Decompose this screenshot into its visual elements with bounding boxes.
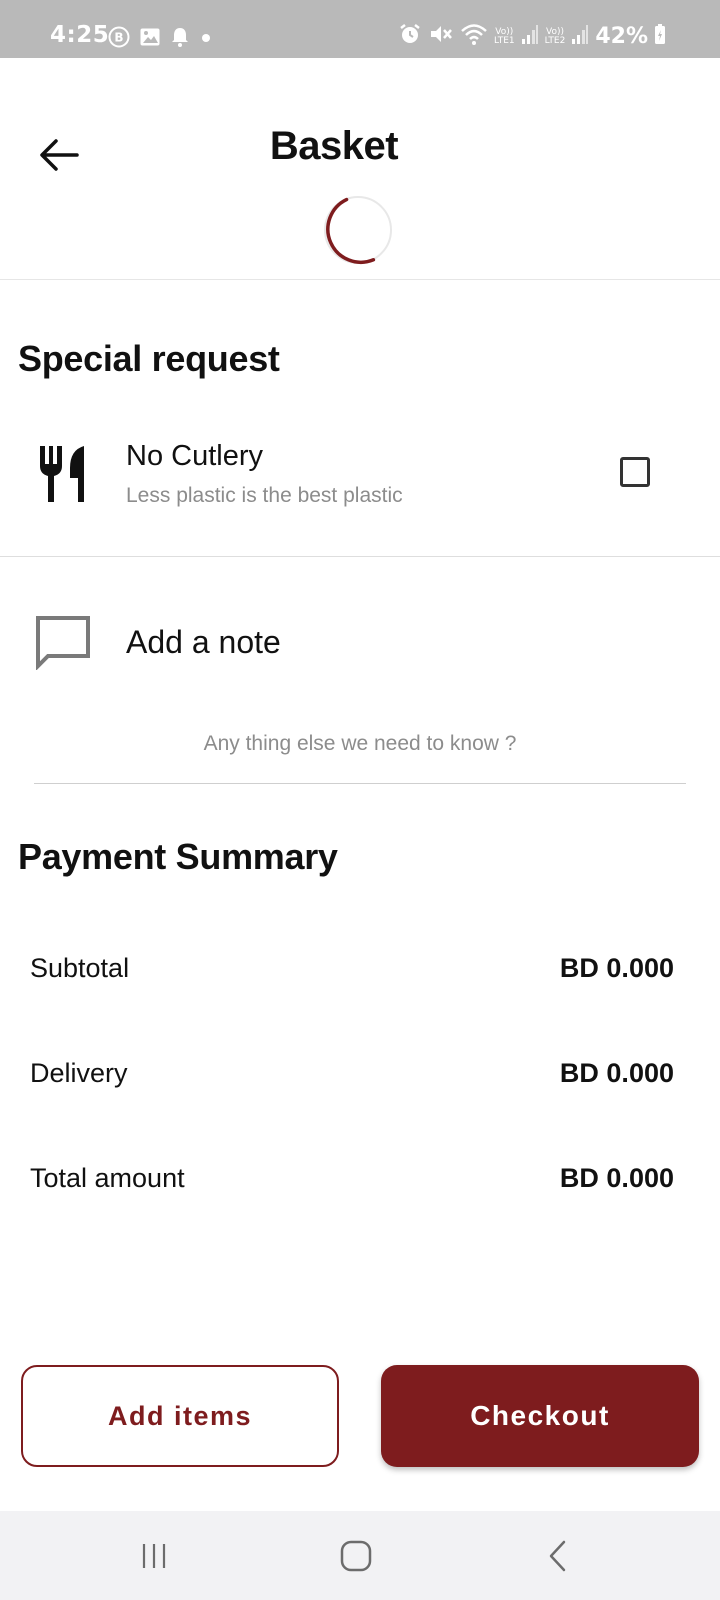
summary-label: Delivery xyxy=(30,1058,128,1088)
note-input[interactable] xyxy=(34,718,686,784)
summary-row-total: Total amount BD 0.000 xyxy=(30,1163,674,1203)
status-right-icons: Vo)) LTE1 Vo)) LTE2 42% xyxy=(398,22,666,51)
summary-value: BD 0.000 xyxy=(559,953,674,983)
recent-apps-button[interactable] xyxy=(124,1531,184,1581)
battery-icon xyxy=(654,23,666,50)
wifi-icon xyxy=(460,22,488,51)
dot-icon xyxy=(199,26,213,53)
sim2-label: Vo)) LTE2 xyxy=(544,27,566,46)
back-icon xyxy=(549,1540,566,1572)
special-request-title: Special request xyxy=(18,338,280,379)
image-icon xyxy=(139,26,161,53)
summary-row-subtotal: Subtotal BD 0.000 xyxy=(30,953,674,993)
message-icon xyxy=(36,616,90,670)
sim2-label-bottom: LTE2 xyxy=(544,35,566,46)
status-time: 4:25 xyxy=(50,22,110,48)
add-note-row[interactable]: Add a note xyxy=(0,606,720,686)
loading-spinner-icon xyxy=(324,196,392,264)
recent-apps-icon xyxy=(142,1544,166,1568)
sim1-label: Vo)) LTE1 xyxy=(493,27,515,46)
home-button[interactable] xyxy=(326,1531,386,1581)
no-cutlery-row[interactable]: No Cutlery Less plastic is the best plas… xyxy=(0,430,720,556)
bell-icon xyxy=(170,26,190,53)
alarm-icon xyxy=(398,22,422,51)
mute-icon xyxy=(428,22,454,51)
signal-icon xyxy=(521,23,539,50)
summary-label: Total amount xyxy=(30,1163,185,1193)
no-cutlery-sublabel: Less plastic is the best plastic xyxy=(126,484,403,507)
summary-row-delivery: Delivery BD 0.000 xyxy=(30,1058,674,1098)
status-left-icons: B xyxy=(108,26,213,53)
summary-value: BD 0.000 xyxy=(559,1058,674,1088)
payment-summary-title: Payment Summary xyxy=(18,836,338,877)
home-icon xyxy=(340,1540,372,1572)
status-bar: 4:25 B Vo)) LTE1 Vo)) LTE2 42% xyxy=(0,0,720,58)
system-back-button[interactable] xyxy=(528,1531,588,1581)
sim1-label-bottom: LTE1 xyxy=(493,35,515,46)
summary-label: Subtotal xyxy=(30,953,130,983)
no-cutlery-label: No Cutlery xyxy=(126,440,263,472)
signal-icon xyxy=(571,23,589,50)
b-circle-icon: B xyxy=(108,26,130,53)
checkout-button[interactable]: Checkout xyxy=(381,1365,699,1467)
summary-value: BD 0.000 xyxy=(559,1163,674,1193)
header: Basket xyxy=(0,58,720,280)
battery-text: 42% xyxy=(595,24,648,49)
system-nav-bar xyxy=(0,1511,720,1600)
add-items-button[interactable]: Add items xyxy=(21,1365,339,1467)
no-cutlery-checkbox[interactable] xyxy=(620,457,650,487)
divider xyxy=(0,556,720,557)
add-note-label: Add a note xyxy=(126,624,281,660)
cutlery-icon xyxy=(40,446,84,502)
svg-text:B: B xyxy=(114,31,123,45)
page-title: Basket xyxy=(269,124,399,168)
